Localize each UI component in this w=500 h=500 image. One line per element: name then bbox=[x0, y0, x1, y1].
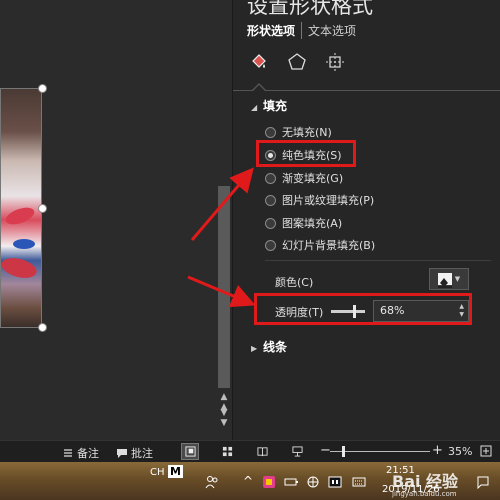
radio-button[interactable] bbox=[265, 217, 276, 229]
network-icon[interactable] bbox=[306, 475, 320, 489]
radio-button[interactable] bbox=[265, 194, 276, 206]
slide-sorter-button[interactable] bbox=[218, 443, 236, 460]
powerpoint-window: ▲ ▲ ▼ ▼ 设置形状格式 形状选项 文本选项 ◢ 填充 无填充(N) 纯色填… bbox=[0, 0, 500, 500]
slide-canvas[interactable] bbox=[0, 0, 216, 440]
effects-pentagon-icon[interactable] bbox=[285, 50, 309, 74]
keyboard-icon[interactable] bbox=[352, 475, 366, 489]
paint-bucket-icon bbox=[437, 273, 452, 288]
selected-picture[interactable] bbox=[0, 88, 42, 328]
pane-title: 设置形状格式 bbox=[247, 0, 373, 18]
comments-button[interactable]: 批注 bbox=[116, 445, 153, 461]
radio-label: 无填充(N) bbox=[282, 126, 332, 139]
color-label: 颜色(C) bbox=[275, 276, 314, 289]
watermark-brand: Bai 经验 bbox=[392, 472, 459, 491]
zoom-slider-knob[interactable] bbox=[342, 446, 345, 457]
radio-button[interactable] bbox=[265, 126, 276, 138]
radio-pattern-fill[interactable]: 图案填充(A) bbox=[265, 215, 342, 231]
line-section-header[interactable]: ▶ 线条 bbox=[251, 338, 287, 355]
annotation-box-solid-fill bbox=[256, 140, 356, 167]
notes-label: 备注 bbox=[77, 447, 99, 460]
line-section-title: 线条 bbox=[263, 340, 288, 354]
next-slide-icon[interactable]: ▼ ▼ bbox=[216, 408, 232, 428]
pane-divider bbox=[233, 90, 500, 91]
collapse-triangle-icon: ◢ bbox=[251, 103, 258, 112]
show-hidden-icons-chevron-icon[interactable]: ^ bbox=[243, 474, 253, 488]
watermark-url: jingyan.baidu.com bbox=[392, 490, 457, 498]
app-box-icon[interactable] bbox=[328, 475, 342, 489]
pane-icon-row bbox=[247, 50, 347, 74]
chevron-down-icon: ▼ bbox=[454, 275, 461, 283]
notification-center-icon[interactable] bbox=[476, 475, 490, 489]
app-tray-icon[interactable] bbox=[262, 475, 276, 489]
ime-language[interactable]: CH bbox=[150, 467, 165, 478]
format-shape-pane: 设置形状格式 形状选项 文本选项 ◢ 填充 无填充(N) 纯色填充(S) 渐变填… bbox=[232, 0, 500, 440]
book-icon bbox=[256, 447, 268, 457]
fill-line-icon[interactable] bbox=[247, 50, 271, 74]
radio-label: 图片或纹理填充(P) bbox=[282, 194, 375, 207]
battery-icon[interactable] bbox=[284, 475, 298, 489]
fill-section-title: 填充 bbox=[263, 99, 288, 113]
people-icon[interactable] bbox=[205, 475, 219, 489]
pane-tabs: 形状选项 文本选项 bbox=[247, 22, 362, 39]
reading-view-button[interactable] bbox=[253, 443, 271, 460]
radio-button[interactable] bbox=[265, 239, 276, 251]
slideshow-icon bbox=[291, 446, 303, 457]
scrollbar-thumb[interactable] bbox=[218, 186, 230, 388]
radio-button[interactable] bbox=[265, 172, 276, 184]
radio-label: 图案填充(A) bbox=[282, 217, 343, 230]
radio-slide-background-fill[interactable]: 幻灯片背景填充(B) bbox=[265, 237, 375, 253]
tab-shape-options[interactable]: 形状选项 bbox=[247, 22, 303, 39]
slideshow-button[interactable] bbox=[288, 443, 306, 460]
radio-no-fill[interactable]: 无填充(N) bbox=[265, 124, 332, 140]
resize-handle-top-right[interactable] bbox=[38, 84, 47, 93]
fill-section-header[interactable]: ◢ 填充 bbox=[251, 97, 287, 114]
normal-view-icon bbox=[184, 446, 196, 457]
status-bar: 备注 批注 − + 35% bbox=[0, 440, 500, 462]
slide-sorter-icon bbox=[222, 446, 232, 457]
annotation-box-transparency bbox=[254, 293, 472, 325]
expand-triangle-icon: ▶ bbox=[251, 344, 258, 353]
ime-mode[interactable]: M bbox=[168, 465, 183, 478]
vertical-scrollbar[interactable]: ▲ ▲ ▼ ▼ bbox=[216, 0, 232, 440]
size-properties-icon[interactable] bbox=[323, 50, 347, 74]
comment-icon bbox=[117, 449, 127, 458]
zoom-in-button[interactable]: + bbox=[432, 443, 443, 458]
radio-label: 渐变填充(G) bbox=[282, 172, 344, 185]
radio-gradient-fill[interactable]: 渐变填充(G) bbox=[265, 170, 343, 186]
comments-label: 批注 bbox=[131, 447, 153, 460]
resize-handle-bottom-right[interactable] bbox=[38, 323, 47, 332]
notes-button[interactable]: 备注 bbox=[62, 445, 99, 461]
radio-label: 幻灯片背景填充(B) bbox=[282, 239, 376, 252]
section-separator bbox=[265, 260, 491, 261]
normal-view-button[interactable] bbox=[181, 443, 199, 460]
resize-handle-right[interactable] bbox=[38, 204, 47, 213]
notes-icon bbox=[64, 449, 72, 457]
zoom-level[interactable]: 35% bbox=[448, 445, 472, 458]
fill-color-button[interactable]: ▼ bbox=[429, 268, 469, 290]
fit-to-window-icon[interactable] bbox=[480, 445, 492, 457]
tab-text-options[interactable]: 文本选项 bbox=[302, 22, 362, 39]
baidu-jingyan-watermark: Bai 经验 jingyan.baidu.com bbox=[392, 468, 458, 498]
radio-picture-fill[interactable]: 图片或纹理填充(P) bbox=[265, 192, 374, 208]
zoom-slider[interactable] bbox=[330, 451, 430, 452]
